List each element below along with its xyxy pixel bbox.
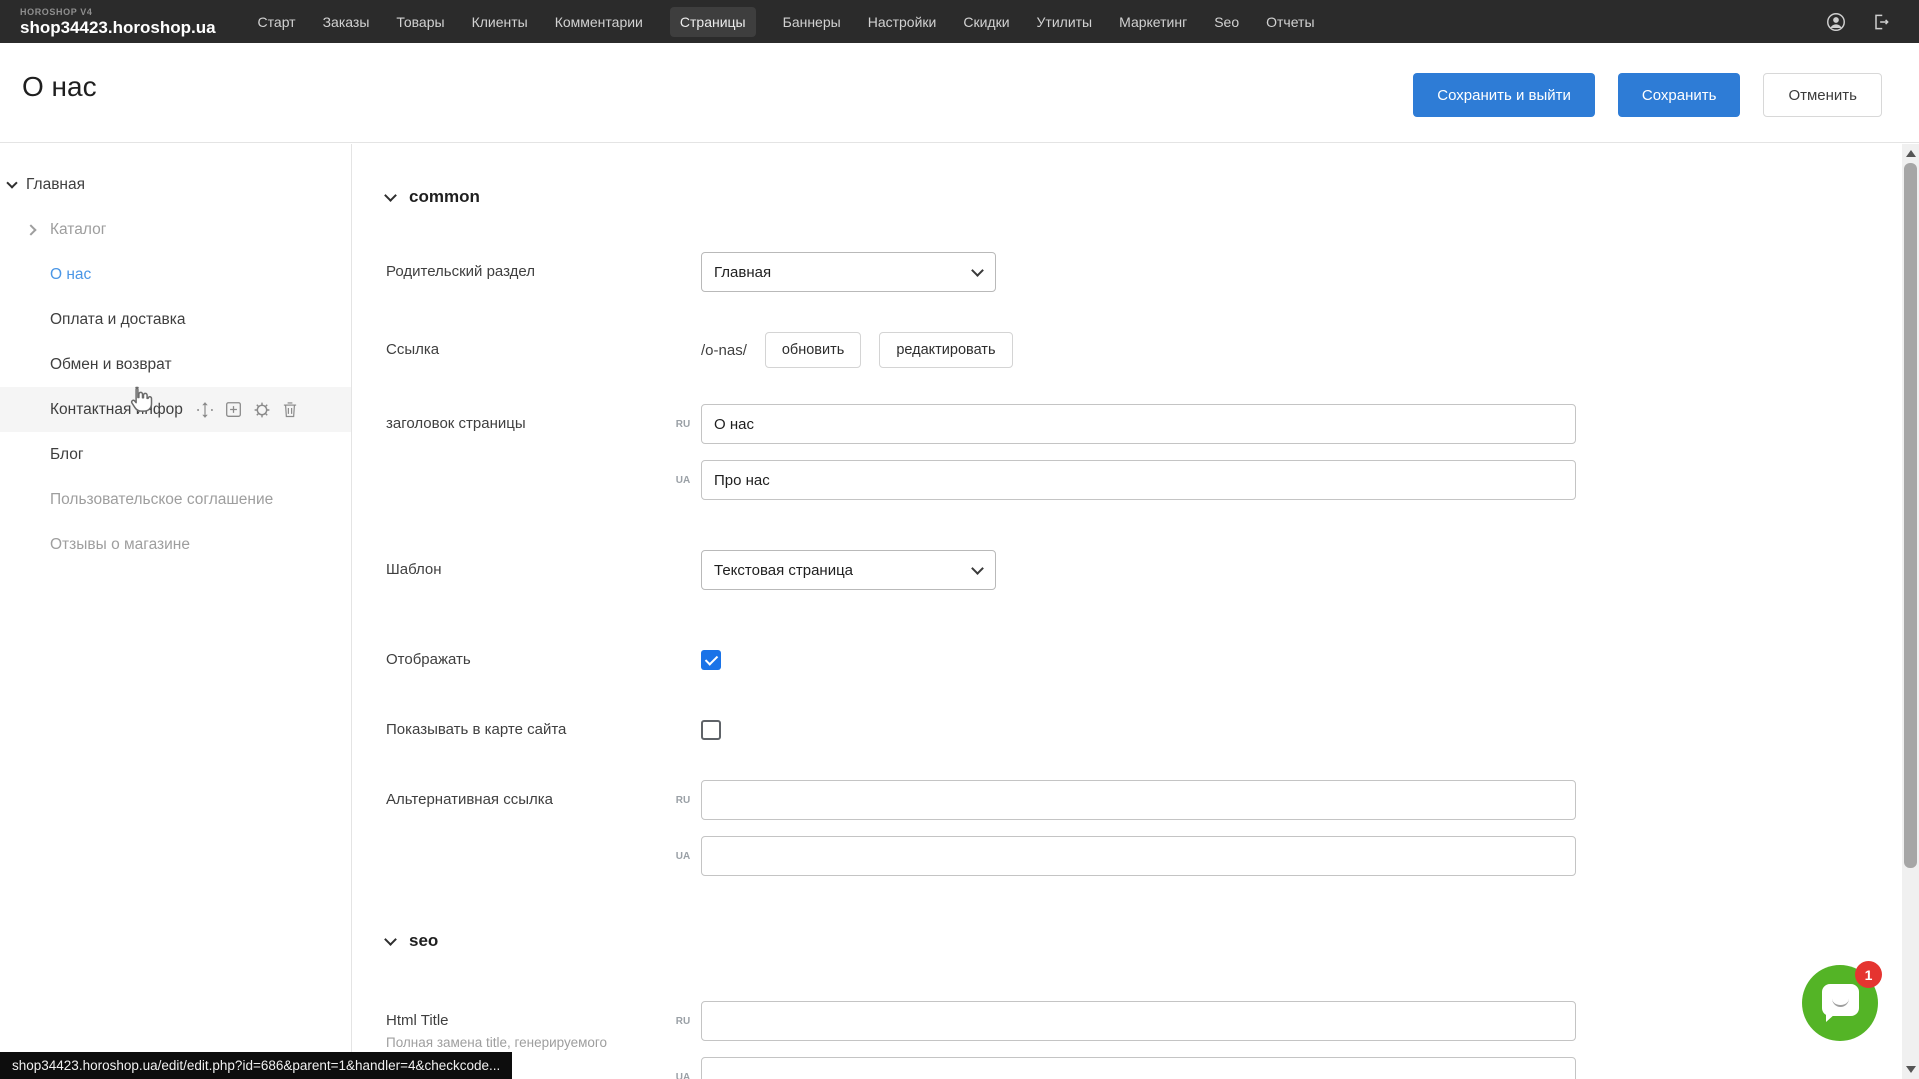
move-icon[interactable] <box>196 401 214 419</box>
topbar: HOROSHOP V4 shop34423.horoshop.ua Старт … <box>0 0 1919 43</box>
menu-item-banners[interactable]: Баннеры <box>783 14 841 30</box>
tree-item-glavnaya[interactable]: Главная <box>0 162 351 207</box>
menu-item-discounts[interactable]: Скидки <box>963 14 1009 30</box>
save-button[interactable]: Сохранить <box>1618 73 1741 117</box>
sitemap-label: Показывать в карте сайта <box>386 710 701 750</box>
alt-link-ua-input[interactable] <box>701 836 1576 876</box>
chat-unread-badge: 1 <box>1855 961 1882 988</box>
brand-logo[interactable]: HOROSHOP V4 shop34423.horoshop.ua <box>20 8 216 36</box>
top-menu: Старт Заказы Товары Клиенты Комментарии … <box>258 7 1315 37</box>
chevron-right-icon[interactable] <box>25 224 36 235</box>
scrollbar-thumb[interactable] <box>1904 163 1917 868</box>
menu-item-start[interactable]: Старт <box>258 14 296 30</box>
brand-domain: shop34423.horoshop.ua <box>20 19 216 36</box>
tree-item-soglashenie[interactable]: Пользовательское соглашение <box>0 477 351 522</box>
account-icon[interactable] <box>1825 11 1847 33</box>
menu-item-products[interactable]: Товары <box>396 14 444 30</box>
menu-item-clients[interactable]: Клиенты <box>472 14 528 30</box>
sitemap-checkbox[interactable] <box>701 720 721 740</box>
vertical-scrollbar[interactable] <box>1902 144 1919 1079</box>
html-title-note: Полная замена title, генерируемого <box>386 1035 636 1052</box>
lang-ua-badge: UA <box>670 851 696 862</box>
brand-version: HOROSHOP V4 <box>20 8 216 17</box>
logout-icon[interactable] <box>1871 12 1891 32</box>
menu-item-comments[interactable]: Комментарии <box>555 14 643 30</box>
lang-ru-badge: RU <box>670 795 696 806</box>
chevron-down-icon <box>384 933 397 946</box>
tree-item-otzyvy[interactable]: Отзывы о магазине <box>0 522 351 567</box>
lang-ru-badge: RU <box>670 419 696 430</box>
menu-item-pages[interactable]: Страницы <box>670 7 756 37</box>
chevron-down-icon <box>384 189 397 202</box>
link-value: /o-nas/ <box>701 342 747 359</box>
link-edit-button[interactable]: редактировать <box>879 332 1012 368</box>
cancel-button[interactable]: Отменить <box>1763 73 1882 117</box>
menu-item-settings[interactable]: Настройки <box>868 14 937 30</box>
section-common[interactable]: common <box>386 187 1902 207</box>
alt-link-ru-input[interactable] <box>701 780 1576 820</box>
menu-item-orders[interactable]: Заказы <box>323 14 370 30</box>
page-title-ua-input[interactable] <box>701 460 1576 500</box>
display-label: Отображать <box>386 640 701 680</box>
parent-section-select[interactable]: Главная <box>701 252 996 292</box>
menu-item-marketing[interactable]: Маркетинг <box>1119 14 1187 30</box>
tree-item-blog[interactable]: Блог <box>0 432 351 477</box>
add-icon[interactable] <box>225 401 242 418</box>
trash-icon[interactable] <box>282 401 298 418</box>
tree-item-katalog[interactable]: Каталог <box>0 207 351 252</box>
tree-item-kontaktnaya[interactable]: Контактная инфор <box>0 387 351 432</box>
parent-section-label: Родительский раздел <box>386 252 701 292</box>
chevron-down-icon <box>971 264 984 277</box>
scroll-down-arrow-icon[interactable] <box>1906 1066 1916 1073</box>
link-refresh-button[interactable]: обновить <box>765 332 861 368</box>
chat-widget-button[interactable]: 1 <box>1802 965 1878 1041</box>
page-edit-form: common Родительский раздел Главная Ссылк… <box>353 144 1902 1079</box>
html-title-ua-input[interactable] <box>701 1057 1576 1079</box>
html-title-ru-input[interactable] <box>701 1001 1576 1041</box>
chevron-down-icon[interactable] <box>6 177 17 188</box>
tree-item-obmen[interactable]: Обмен и возврат <box>0 342 351 387</box>
page-header: О нас Сохранить и выйти Сохранить Отмени… <box>0 43 1919 143</box>
link-label: Ссылка <box>386 330 701 370</box>
template-label: Шаблон <box>386 550 701 590</box>
lang-ua-badge: UA <box>670 1072 696 1079</box>
scroll-up-arrow-icon[interactable] <box>1906 150 1916 157</box>
page-title-ru-input[interactable] <box>701 404 1576 444</box>
menu-item-utilities[interactable]: Утилиты <box>1037 14 1093 30</box>
template-select[interactable]: Текстовая страница <box>701 550 996 590</box>
alt-link-label: Альтернативная ссылка <box>386 780 701 820</box>
display-checkbox[interactable] <box>701 650 721 670</box>
section-seo[interactable]: seo <box>386 931 1902 951</box>
chevron-down-icon <box>971 562 984 575</box>
gear-icon[interactable] <box>253 401 271 419</box>
page-title: О нас <box>22 71 97 103</box>
tree-item-o-nas[interactable]: О нас <box>0 252 351 297</box>
pages-tree-sidebar: Главная Каталог О нас Оплата и доставка … <box>0 144 352 1079</box>
menu-item-seo[interactable]: Seo <box>1214 14 1239 30</box>
save-exit-button[interactable]: Сохранить и выйти <box>1413 73 1595 117</box>
lang-ru-badge: RU <box>670 1016 696 1027</box>
tree-item-oplata[interactable]: Оплата и доставка <box>0 297 351 342</box>
menu-item-reports[interactable]: Отчеты <box>1266 14 1314 30</box>
page-title-label: заголовок страницы <box>386 404 701 444</box>
chat-bubble-icon <box>1822 984 1859 1016</box>
lang-ua-badge: UA <box>670 475 696 486</box>
status-url-bar: shop34423.horoshop.ua/edit/edit.php?id=6… <box>0 1052 512 1079</box>
